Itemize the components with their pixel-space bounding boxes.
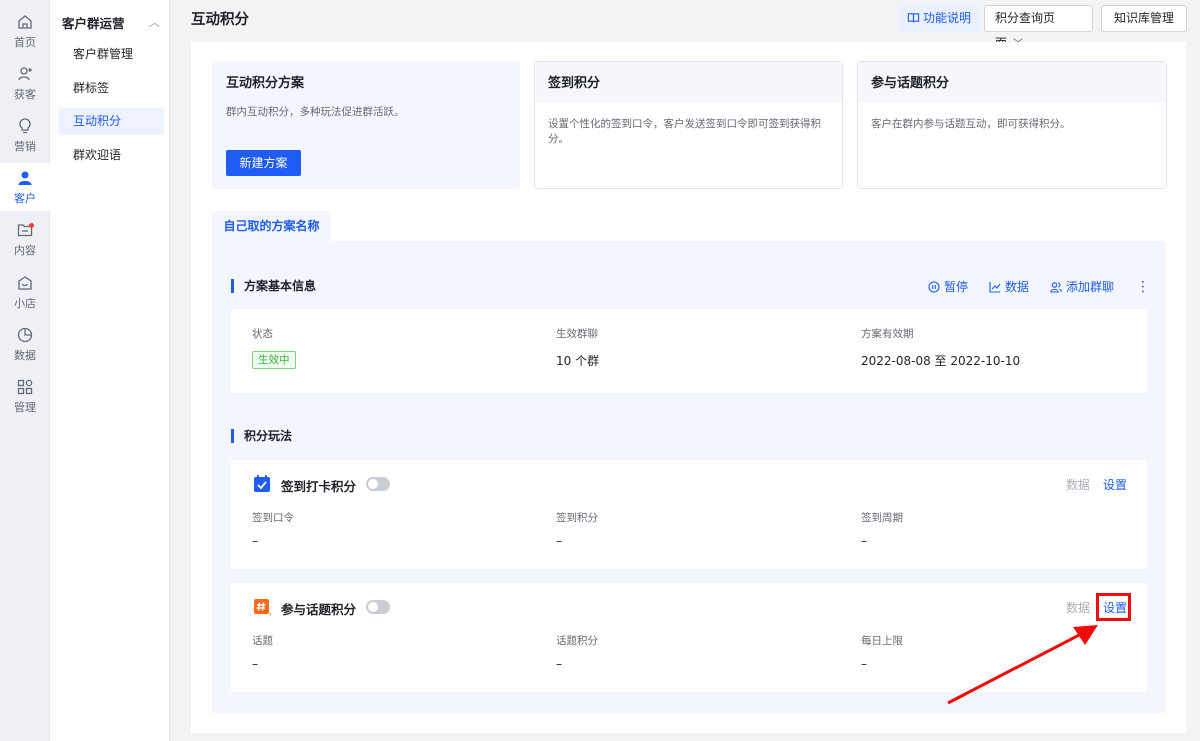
calendar-check-icon xyxy=(254,475,270,492)
pause-icon xyxy=(928,280,940,293)
rule-col-value: – xyxy=(556,534,562,548)
help-button[interactable]: 功能说明 xyxy=(899,5,980,32)
rail-label: 小店 xyxy=(14,296,36,310)
data-label: 数据 xyxy=(1004,280,1029,294)
checkin-card-desc: 设置个性化的签到口令，客户发送签到口令即可签到获得积分。 xyxy=(548,118,821,145)
rail-item-marketing[interactable]: 营销 xyxy=(0,111,50,159)
rule-data-link[interactable]: 数据 xyxy=(1066,599,1090,616)
rule-settings-link[interactable]: 设置 xyxy=(1103,476,1127,493)
rules-title: 积分玩法 xyxy=(231,429,292,443)
user-add-icon xyxy=(18,66,32,80)
status-label: 状态 xyxy=(252,328,273,340)
sidebar-item-interactive-points[interactable]: 互动积分 xyxy=(58,108,164,135)
sidebar-item-group-management[interactable]: 客户群管理 xyxy=(58,41,164,68)
checkin-rule-toggle[interactable] xyxy=(366,477,390,491)
notification-dot xyxy=(29,223,34,228)
groups-label: 生效群聊 xyxy=(556,328,598,340)
rule-name: 签到打卡积分 xyxy=(281,479,357,494)
checkin-rule-card: 签到打卡积分 数据 设置 签到口令 – 签到积分 – 签到周期 – xyxy=(231,460,1147,569)
rule-col-label: 签到周期 xyxy=(861,512,903,524)
rail-item-acquire[interactable]: 获客 xyxy=(0,59,50,107)
topic-rule-toggle[interactable] xyxy=(366,600,390,614)
book-icon xyxy=(907,13,920,23)
rule-col-label: 话题 xyxy=(252,635,273,647)
sidebar-item-group-tags[interactable]: 群标签 xyxy=(58,75,164,102)
rail-label: 管理 xyxy=(14,400,36,414)
basic-info-title: 方案基本信息 xyxy=(231,279,316,293)
status-badge: 生效中 xyxy=(252,351,296,369)
rail-item-manage[interactable]: 管理 xyxy=(0,372,50,420)
help-button-label: 功能说明 xyxy=(923,11,972,25)
line-chart-icon xyxy=(989,281,1001,293)
checkin-card-title: 签到积分 xyxy=(535,62,842,102)
scheme-card-desc: 群内互动积分，多种玩法促进群活跃。 xyxy=(226,106,405,118)
rail-item-data[interactable]: 数据 xyxy=(0,320,50,368)
more-icon[interactable]: ⋮ xyxy=(1136,280,1150,294)
checkin-points-card[interactable]: 签到积分 设置个性化的签到口令，客户发送签到口令即可签到获得积分。 xyxy=(534,61,843,189)
scheme-card: 互动积分方案 群内互动积分，多种玩法促进群活跃。 新建方案 xyxy=(212,61,520,189)
add-group-button[interactable]: 添加群聊 xyxy=(1050,278,1114,295)
rail-label: 内容 xyxy=(14,243,36,257)
users-icon xyxy=(1050,281,1062,293)
new-scheme-button[interactable]: 新建方案 xyxy=(226,150,301,176)
rail-label: 获客 xyxy=(14,87,36,101)
rule-col-label: 话题积分 xyxy=(556,635,598,647)
topic-card-desc: 客户在群内参与话题互动，即可获得积分。 xyxy=(871,118,1071,130)
bulb-icon xyxy=(19,117,31,133)
rule-col-value: – xyxy=(556,657,562,671)
period-value: 2022-08-08 至 2022-10-10 xyxy=(861,354,1021,368)
topic-card-title: 参与话题积分 xyxy=(858,62,1166,102)
groups-value: 10 个群 xyxy=(556,354,600,368)
pause-button[interactable]: 暂停 xyxy=(928,278,968,295)
rail-label: 客户 xyxy=(14,191,36,205)
grid-icon xyxy=(17,379,33,394)
rule-col-value: – xyxy=(252,534,258,548)
sub-sidebar: 客户群运营 ︿ 客户群管理 群标签 互动积分 群欢迎语 xyxy=(50,0,170,741)
rule-data-link[interactable]: 数据 xyxy=(1066,476,1090,493)
user-icon xyxy=(18,171,32,185)
rule-col-label: 签到口令 xyxy=(252,512,294,524)
data-button[interactable]: 数据 xyxy=(989,278,1029,295)
rule-name: 参与话题积分 xyxy=(281,602,357,617)
rail-item-shop[interactable]: 小店 xyxy=(0,268,50,316)
icon-rail: 首页 获客 营销 客户 内容 小店 数据 管理 xyxy=(0,0,50,741)
plan-actions: 暂停 数据 添加群聊 ⋮ xyxy=(907,278,1150,295)
rail-item-home[interactable]: 首页 xyxy=(0,7,50,55)
sidebar-group-header[interactable]: 客户群运营 ︿ xyxy=(62,12,160,32)
annotation-arrow-icon xyxy=(947,625,1098,705)
rule-col-value: – xyxy=(861,534,867,548)
rule-col-label: 签到积分 xyxy=(556,512,598,524)
home-icon xyxy=(18,14,32,29)
sidebar-group-title: 客户群运营 xyxy=(62,15,125,31)
chevron-up-icon: ︿ xyxy=(149,16,160,29)
rail-item-customer[interactable]: 客户 xyxy=(0,163,50,211)
rail-label: 首页 xyxy=(14,35,36,49)
topic-points-card[interactable]: 参与话题积分 客户在群内参与话题互动，即可获得积分。 xyxy=(857,61,1167,189)
page-title: 互动积分 xyxy=(191,12,249,28)
sidebar-item-group-welcome[interactable]: 群欢迎语 xyxy=(58,142,164,169)
add-group-label: 添加群聊 xyxy=(1065,280,1114,294)
shop-icon xyxy=(18,275,32,290)
top-bar: 互动积分 功能说明 积分查询页面﹀ 知识库管理 xyxy=(170,0,1200,50)
rail-item-content[interactable]: 内容 xyxy=(0,215,50,263)
rule-col-label: 每日上限 xyxy=(861,635,903,647)
pie-chart-icon xyxy=(17,327,33,342)
period-label: 方案有效期 xyxy=(861,328,914,340)
pause-label: 暂停 xyxy=(943,280,968,294)
points-query-dropdown[interactable]: 积分查询页面﹀ xyxy=(984,5,1093,50)
rail-label: 数据 xyxy=(14,348,36,362)
tab-plan-name[interactable]: 自己取的方案名称 xyxy=(212,211,331,241)
rule-col-value: – xyxy=(861,657,867,671)
rail-label: 营销 xyxy=(14,139,36,153)
scheme-card-title: 互动积分方案 xyxy=(226,76,305,91)
knowledge-base-button[interactable]: 知识库管理 xyxy=(1101,5,1187,32)
rule-col-value: – xyxy=(252,657,258,671)
hashtag-icon xyxy=(254,599,271,616)
basic-info-box: 状态 生效中 生效群聊 10 个群 方案有效期 2022-08-08 至 202… xyxy=(231,309,1147,393)
